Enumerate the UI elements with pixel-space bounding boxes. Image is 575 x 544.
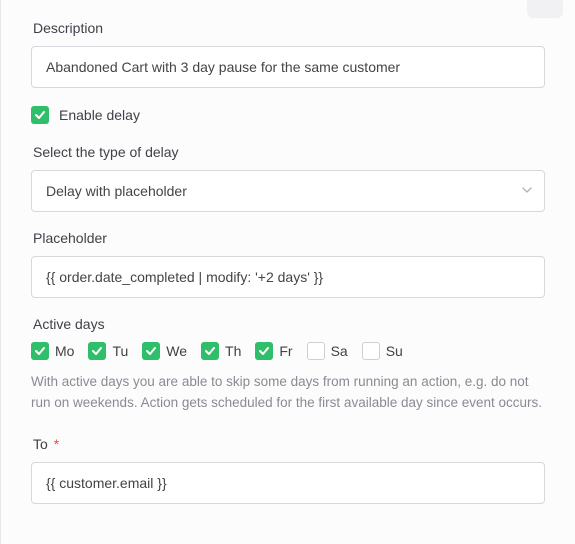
day-label-sa: Sa: [331, 343, 348, 359]
day-we: We: [142, 342, 187, 360]
day-tu: Tu: [88, 342, 128, 360]
field-placeholder: Placeholder: [31, 230, 545, 298]
checkmark-icon: [33, 344, 47, 358]
to-input[interactable]: [31, 462, 545, 504]
active-days-label: Active days: [33, 316, 545, 332]
day-su: Su: [362, 342, 403, 360]
day-checkbox-th[interactable]: [201, 342, 219, 360]
field-description: Description: [31, 20, 545, 88]
active-days-help: With active days you are able to skip so…: [31, 372, 545, 414]
to-label: To *: [33, 436, 545, 452]
day-checkbox-su[interactable]: [362, 342, 380, 360]
field-to: To *: [31, 436, 545, 504]
panel-corner-decoration: [527, 0, 563, 18]
to-label-text: To: [33, 436, 48, 452]
placeholder-label: Placeholder: [33, 230, 545, 246]
day-label-su: Su: [386, 343, 403, 359]
day-label-th: Th: [225, 343, 241, 359]
delay-type-select[interactable]: Delay with placeholder: [31, 170, 545, 212]
required-mark: *: [54, 436, 59, 452]
day-th: Th: [201, 342, 241, 360]
enable-delay-checkbox[interactable]: [31, 106, 49, 124]
checkmark-icon: [203, 344, 217, 358]
enable-delay-label: Enable delay: [59, 107, 140, 123]
day-checkbox-tu[interactable]: [88, 342, 106, 360]
checkmark-icon: [144, 344, 158, 358]
day-label-fr: Fr: [279, 343, 292, 359]
delay-type-label: Select the type of delay: [33, 144, 545, 160]
day-checkbox-fr[interactable]: [255, 342, 273, 360]
description-label: Description: [33, 20, 545, 36]
field-delay-type: Select the type of delay Delay with plac…: [31, 144, 545, 212]
checkmark-icon: [33, 108, 47, 122]
description-input[interactable]: [31, 46, 545, 88]
delay-type-select-wrap: Delay with placeholder: [31, 170, 545, 212]
field-active-days: Active days Mo Tu We Th Fr Sa Su With active d…: [31, 316, 545, 414]
day-label-mo: Mo: [55, 343, 74, 359]
day-checkbox-mo[interactable]: [31, 342, 49, 360]
checkmark-icon: [90, 344, 104, 358]
day-sa: Sa: [307, 342, 348, 360]
active-days-row: Mo Tu We Th Fr Sa Su: [31, 342, 545, 360]
placeholder-input[interactable]: [31, 256, 545, 298]
day-label-we: We: [166, 343, 187, 359]
enable-delay-row: Enable delay: [31, 106, 545, 124]
day-mo: Mo: [31, 342, 74, 360]
day-checkbox-we[interactable]: [142, 342, 160, 360]
day-fr: Fr: [255, 342, 292, 360]
checkmark-icon: [257, 344, 271, 358]
day-checkbox-sa[interactable]: [307, 342, 325, 360]
day-label-tu: Tu: [112, 343, 128, 359]
